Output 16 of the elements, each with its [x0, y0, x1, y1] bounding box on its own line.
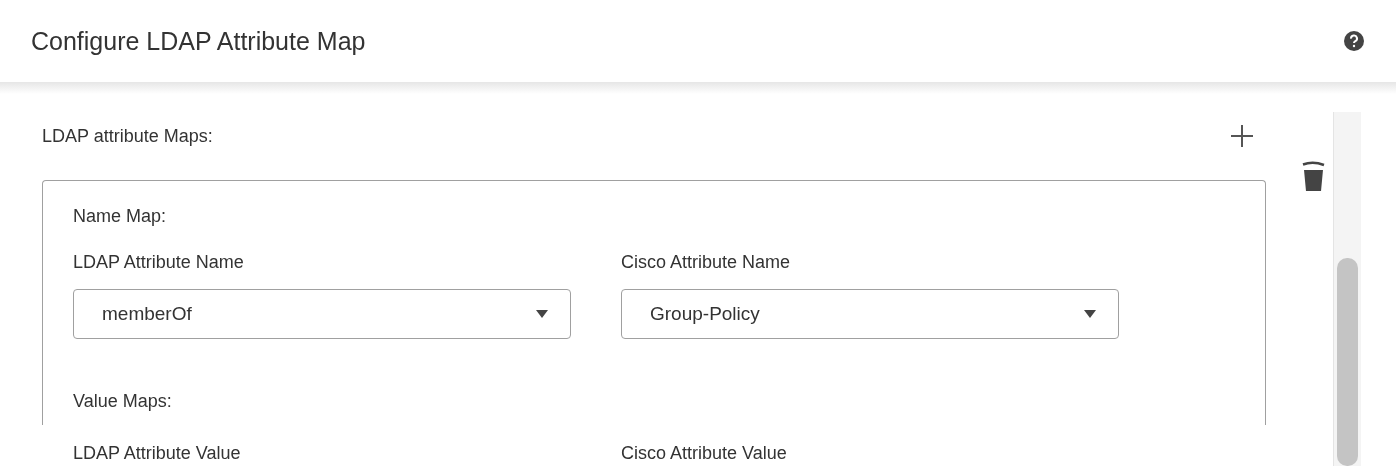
caret-icon — [1084, 310, 1096, 318]
dropdown[interactable]: Group-Policy — [621, 289, 1119, 339]
column-header: Cisco Attribute Value — [621, 442, 788, 464]
help-icon[interactable] — [1344, 31, 1364, 51]
column-header: LDAP Attribute Value — [73, 442, 242, 464]
dialog-title: Configure LDAP Attribute Map — [31, 26, 366, 56]
dropdown[interactable]: memberOf — [73, 289, 571, 339]
add-icon[interactable] — [1230, 124, 1254, 148]
trash-icon[interactable] — [1302, 161, 1325, 193]
group-label: Name Map: — [73, 205, 168, 227]
scrollbar[interactable] — [1333, 112, 1361, 466]
group-label: Value Maps: — [73, 390, 173, 412]
field-label: Cisco Attribute Name — [621, 251, 792, 273]
section-label: LDAP attribute Maps: — [42, 125, 213, 147]
caret-icon — [536, 310, 548, 318]
field-label: LDAP Attribute Name — [73, 251, 245, 273]
